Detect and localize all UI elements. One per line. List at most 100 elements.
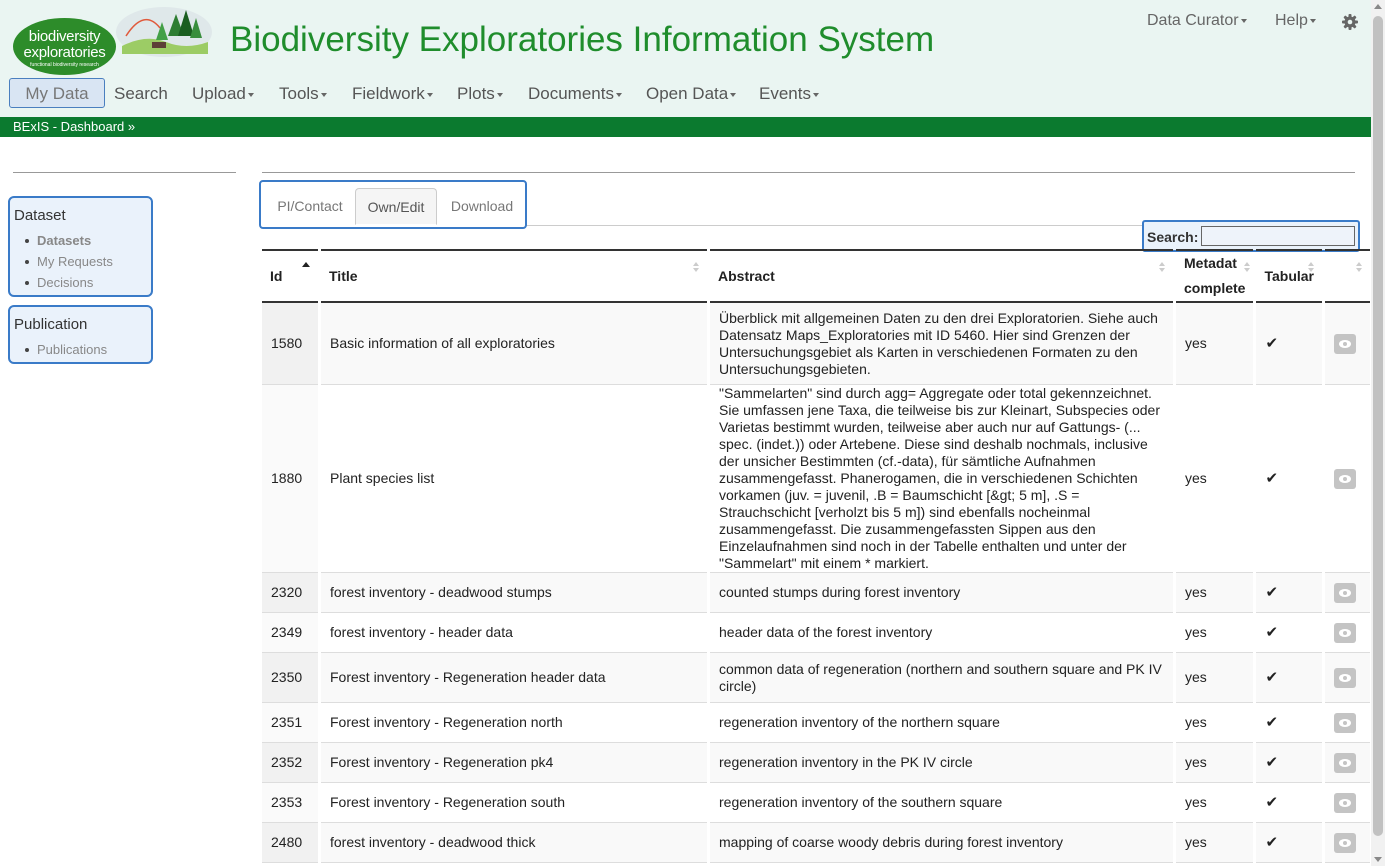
publication-panel-title: Publication: [14, 316, 88, 333]
gear-icon[interactable]: [1342, 14, 1358, 30]
nav-fieldwork[interactable]: Fieldwork: [352, 84, 433, 104]
sidebar-item-decisions[interactable]: Decisions: [25, 272, 151, 293]
sidebar-divider: [13, 172, 236, 173]
view-button[interactable]: [1334, 667, 1356, 688]
caret-down-icon: [1240, 18, 1247, 23]
view-button[interactable]: [1334, 752, 1356, 773]
col-abstract-header[interactable]: Abstract: [710, 249, 1173, 303]
biodiversity-logo[interactable]: biodiversity exploratories functional bi…: [13, 18, 116, 75]
col-title-header[interactable]: Title: [321, 249, 707, 303]
landscape-logo-icon: [116, 7, 212, 57]
help-menu-label: Help: [1275, 12, 1308, 29]
cell-title: Forest inventory - Regeneration south: [321, 783, 707, 823]
nav-open-data[interactable]: Open Data: [646, 84, 737, 104]
table-row[interactable]: 2350 Forest inventory - Regeneration hea…: [262, 653, 1370, 703]
nav-documents[interactable]: Documents: [528, 84, 622, 104]
check-icon: ✔: [1256, 303, 1322, 385]
table-row[interactable]: 1880 Plant species list "Sammelarten" si…: [262, 385, 1370, 573]
col-metadata-label-2: complete: [1184, 280, 1246, 296]
table-row[interactable]: 2349 forest inventory - header data head…: [262, 613, 1370, 653]
cell-abstract: common data of regeneration (northern an…: [710, 653, 1173, 703]
help-menu[interactable]: Help: [1275, 12, 1316, 30]
nav-search[interactable]: Search: [114, 84, 168, 104]
dataset-panel-title: Dataset: [14, 207, 66, 224]
check-icon: ✔: [1256, 783, 1322, 823]
col-abstract-label: Abstract: [718, 268, 775, 284]
user-menu-label: Data Curator: [1147, 12, 1239, 29]
view-button[interactable]: [1334, 582, 1356, 603]
caret-down-icon: [615, 92, 622, 97]
tab-pi-contact[interactable]: PI/Contact: [267, 188, 353, 225]
user-menu[interactable]: Data Curator: [1147, 12, 1247, 30]
logo-line2: exploratories: [23, 44, 106, 61]
sidebar-item-my-requests[interactable]: My Requests: [25, 251, 151, 272]
sort-icon: [1308, 262, 1314, 272]
sidebar-item-datasets[interactable]: Datasets: [25, 230, 151, 251]
view-button[interactable]: [1334, 333, 1356, 354]
check-icon: ✔: [1256, 385, 1322, 573]
cell-actions: [1325, 613, 1370, 653]
cell-id: 1580: [262, 303, 318, 385]
cell-actions: [1325, 653, 1370, 703]
cell-abstract: Überblick mit allgemeinen Daten zu den d…: [710, 303, 1173, 385]
eye-icon: [1339, 758, 1351, 767]
nav-plots[interactable]: Plots: [457, 84, 503, 104]
tab-own-edit[interactable]: Own/Edit: [355, 188, 437, 225]
col-tabular-header[interactable]: Tabular: [1256, 249, 1322, 303]
breadcrumb-bar: BExIS - Dashboard »: [0, 117, 1371, 137]
cell-abstract: regeneration inventory of the southern s…: [710, 783, 1173, 823]
nav-tools[interactable]: Tools: [279, 84, 327, 104]
cell-abstract: counted stumps during forest inventory: [710, 573, 1173, 613]
nav-my-data[interactable]: My Data: [9, 78, 105, 108]
view-button[interactable]: [1334, 832, 1356, 853]
view-button[interactable]: [1334, 468, 1356, 489]
scrollbar-thumb[interactable]: [1373, 16, 1383, 836]
eye-icon: [1339, 588, 1351, 597]
nav-fieldwork-label: Fieldwork: [352, 84, 425, 103]
nav-events[interactable]: Events: [759, 84, 819, 104]
col-id-label: Id: [270, 268, 283, 284]
cell-metadata: yes: [1176, 703, 1254, 743]
col-title-label: Title: [329, 268, 358, 284]
cell-id: 2350: [262, 653, 318, 703]
nav-upload[interactable]: Upload: [192, 84, 254, 104]
scroll-down-icon[interactable]: [1374, 857, 1382, 862]
cell-id: 2351: [262, 703, 318, 743]
sidebar-item-publications[interactable]: Publications: [25, 339, 151, 360]
nav-documents-label: Documents: [528, 84, 614, 103]
cell-actions: [1325, 743, 1370, 783]
check-icon: ✔: [1256, 743, 1322, 783]
search-input[interactable]: [1201, 226, 1355, 246]
tab-download[interactable]: Download: [439, 188, 525, 225]
view-button[interactable]: [1334, 792, 1356, 813]
cell-id: 2349: [262, 613, 318, 653]
col-actions-header[interactable]: [1325, 249, 1370, 303]
cell-metadata: yes: [1176, 385, 1254, 573]
nav-plots-label: Plots: [457, 84, 495, 103]
cell-title: Basic information of all exploratories: [321, 303, 707, 385]
sort-icon: [1159, 262, 1165, 272]
table-row[interactable]: 2352 Forest inventory - Regeneration pk4…: [262, 743, 1370, 783]
col-metadata-header[interactable]: Metadat complete: [1176, 249, 1254, 303]
table-row[interactable]: 2353 Forest inventory - Regeneration sou…: [262, 783, 1370, 823]
vertical-scrollbar[interactable]: [1371, 0, 1385, 866]
publication-panel: Publication Publications: [8, 305, 153, 364]
sort-icon: [1356, 262, 1362, 272]
app-title: Biodiversity Exploratories Information S…: [230, 20, 935, 59]
eye-icon: [1339, 838, 1351, 847]
scroll-up-icon[interactable]: [1374, 4, 1382, 9]
datasets-table: Id Title Abstract Metadat complete Tabula…: [259, 249, 1373, 863]
table-row[interactable]: 2351 Forest inventory - Regeneration nor…: [262, 703, 1370, 743]
table-row[interactable]: 2320 forest inventory - deadwood stumps …: [262, 573, 1370, 613]
table-row[interactable]: 1580 Basic information of all explorator…: [262, 303, 1370, 385]
view-button[interactable]: [1334, 712, 1356, 733]
breadcrumb-dashboard[interactable]: BExIS - Dashboard »: [13, 119, 135, 134]
nav-upload-label: Upload: [192, 84, 246, 103]
col-id-header[interactable]: Id: [262, 249, 318, 303]
cell-abstract: "Sammelarten" sind durch agg= Aggregate …: [710, 385, 1173, 573]
cell-id: 1880: [262, 385, 318, 573]
cell-metadata: yes: [1176, 573, 1254, 613]
caret-down-icon: [496, 92, 503, 97]
view-button[interactable]: [1334, 622, 1356, 643]
table-row[interactable]: 2480 forest inventory - deadwood thick m…: [262, 823, 1370, 863]
